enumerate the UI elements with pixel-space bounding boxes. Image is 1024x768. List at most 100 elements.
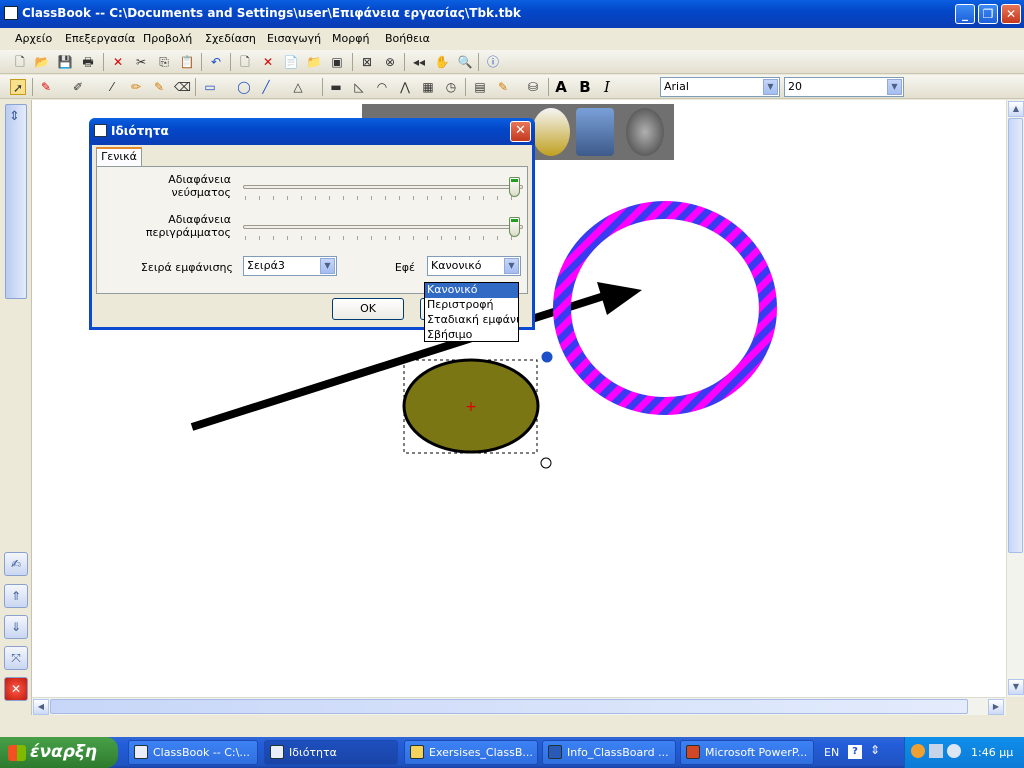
insert-page-icon[interactable]: 📄: [283, 54, 299, 70]
screen-icon[interactable]: ⊠: [359, 54, 375, 70]
menu-insert[interactable]: Εισαγωγή: [267, 32, 321, 45]
brush-icon[interactable]: ⁄: [104, 79, 120, 95]
undo-icon[interactable]: ↶: [208, 54, 224, 70]
task-folder[interactable]: Exersises_ClassB...: [404, 740, 538, 765]
font-size-select[interactable]: 20 ▼: [784, 77, 904, 97]
open-icon[interactable]: 📂: [34, 54, 50, 70]
ruler-icon[interactable]: ▬: [328, 79, 344, 95]
dialog-titlebar[interactable]: Ιδιότητα ✕: [89, 118, 535, 145]
maximize-button[interactable]: ❐: [978, 4, 998, 24]
calculator-icon[interactable]: ▦: [420, 79, 436, 95]
compass-icon[interactable]: ⋀: [397, 79, 413, 95]
network-icon[interactable]: [929, 744, 943, 758]
ok-button[interactable]: OK: [332, 298, 404, 320]
print-icon[interactable]: 🖶: [80, 54, 96, 70]
eraser-icon[interactable]: ⌫: [174, 79, 191, 95]
new-icon[interactable]: 🗋: [12, 54, 28, 70]
vertical-scroll-thumb[interactable]: [1008, 118, 1023, 553]
scroll-down-icon[interactable]: ▼: [1008, 679, 1024, 695]
chevron-down-icon[interactable]: ▼: [320, 258, 335, 274]
effect-dropdown-list[interactable]: Κανονικό Περιστροφή Σταδιακή εμφάνιση Σβ…: [424, 282, 519, 342]
marker-icon[interactable]: ✏: [128, 79, 144, 95]
page-scroll-track[interactable]: ⇕: [5, 104, 27, 299]
scroll-up-icon[interactable]: ▲: [1008, 101, 1024, 117]
clock[interactable]: 1:46 μμ: [971, 746, 1013, 759]
speaker-image[interactable]: [626, 108, 664, 156]
paste-icon[interactable]: 📋: [179, 54, 195, 70]
menu-edit[interactable]: Επεξεργασία: [65, 32, 135, 45]
task-powerpoint[interactable]: Microsoft PowerP...: [680, 740, 814, 765]
page-scroll-icon[interactable]: ⇕: [9, 109, 23, 127]
stroke-opacity-slider[interactable]: [243, 185, 523, 189]
set-square-icon[interactable]: ◺: [351, 79, 367, 95]
screen-close-icon[interactable]: ⊗: [382, 54, 398, 70]
help-icon[interactable]: ⓘ: [485, 54, 501, 70]
film-image[interactable]: [576, 108, 614, 156]
scroll-left-icon[interactable]: ◀: [33, 699, 49, 715]
save-icon[interactable]: 💾: [57, 54, 73, 70]
menu-format[interactable]: Μορφή: [332, 32, 369, 45]
select-arrow-icon[interactable]: ➚: [10, 79, 26, 95]
effect-option-fade-in[interactable]: Σταδιακή εμφάνιση: [425, 313, 518, 328]
task-word[interactable]: Info_ClassBoard ...: [542, 740, 676, 765]
horizontal-scrollbar[interactable]: ◀ ▶: [32, 697, 1006, 715]
line-style-icon[interactable]: ▤: [472, 79, 488, 95]
font-name-select[interactable]: Arial ▼: [660, 77, 780, 97]
page-up-button[interactable]: ⇑: [4, 584, 28, 608]
highlighter-icon[interactable]: ✎: [151, 79, 167, 95]
tray-arrow-icon[interactable]: ⇕: [870, 743, 880, 757]
clock-icon[interactable]: ◷: [443, 79, 459, 95]
triangle-icon[interactable]: △: [290, 79, 306, 95]
effect-select[interactable]: Κανονικό ▼: [427, 256, 521, 276]
line-icon[interactable]: ╱: [258, 79, 274, 95]
striped-circle[interactable]: [553, 201, 777, 415]
chevron-down-icon[interactable]: ▼: [763, 79, 778, 95]
chevron-down-icon[interactable]: ▼: [504, 258, 519, 274]
paint-bucket-icon[interactable]: ⛁: [525, 79, 541, 95]
protractor-icon[interactable]: ◠: [374, 79, 390, 95]
scroll-right-icon[interactable]: ▶: [988, 699, 1004, 715]
language-help-icon[interactable]: ?: [848, 745, 862, 759]
vertical-scrollbar[interactable]: ▲ ▼: [1006, 100, 1024, 697]
save-page-icon[interactable]: ▣: [329, 54, 345, 70]
effect-option-rotation[interactable]: Περιστροφή: [425, 298, 518, 313]
menu-file[interactable]: Αρχείο: [15, 32, 52, 45]
minimize-button[interactable]: _: [955, 4, 975, 24]
language-indicator[interactable]: EN: [824, 746, 839, 759]
zoom-icon[interactable]: 🔍: [457, 54, 473, 70]
fill-color-icon[interactable]: ✎: [495, 79, 511, 95]
page-down-button[interactable]: ⇓: [4, 615, 28, 639]
new-page-icon[interactable]: 🗋: [237, 54, 253, 70]
stroke-opacity-thumb[interactable]: [509, 177, 520, 197]
delete-icon[interactable]: ✕: [110, 54, 126, 70]
effect-option-wipe[interactable]: Σβήσιμο: [425, 328, 518, 341]
dialog-close-button[interactable]: ✕: [510, 121, 531, 142]
pen-icon[interactable]: ✎: [38, 79, 54, 95]
hand-icon[interactable]: ✋: [434, 54, 450, 70]
pen-tool-button[interactable]: ✍: [4, 552, 28, 576]
paint-bucket-image[interactable]: [532, 108, 570, 156]
close-button[interactable]: ✕: [1001, 4, 1021, 24]
copy-icon[interactable]: ⎘: [156, 54, 172, 70]
menu-view[interactable]: Προβολή: [143, 32, 192, 45]
resize-handle[interactable]: [540, 457, 552, 469]
outline-opacity-slider[interactable]: [243, 225, 523, 229]
italic-button[interactable]: I: [599, 79, 615, 95]
exit-button[interactable]: ✕: [4, 677, 28, 701]
effect-option-normal[interactable]: Κανονικό: [425, 283, 518, 298]
bold-button[interactable]: B: [577, 79, 593, 95]
outline-opacity-thumb[interactable]: [509, 217, 520, 237]
menu-draw[interactable]: Σχεδίαση: [205, 32, 256, 45]
delete-page-icon[interactable]: ✕: [260, 54, 276, 70]
volume-icon[interactable]: [947, 744, 961, 758]
pen-style-icon[interactable]: ✐: [70, 79, 86, 95]
start-button[interactable]: έναρξη: [0, 737, 118, 768]
tray-icon-1[interactable]: [911, 744, 925, 758]
folder-icon[interactable]: 📁: [306, 54, 322, 70]
cut-icon[interactable]: ✂: [133, 54, 149, 70]
order-select[interactable]: Σειρά3 ▼: [243, 256, 337, 276]
ellipse-icon[interactable]: ◯: [236, 79, 252, 95]
rewind-icon[interactable]: ◂◂: [411, 54, 427, 70]
rotate-handle[interactable]: [541, 351, 553, 363]
chevron-down-icon[interactable]: ▼: [887, 79, 902, 95]
